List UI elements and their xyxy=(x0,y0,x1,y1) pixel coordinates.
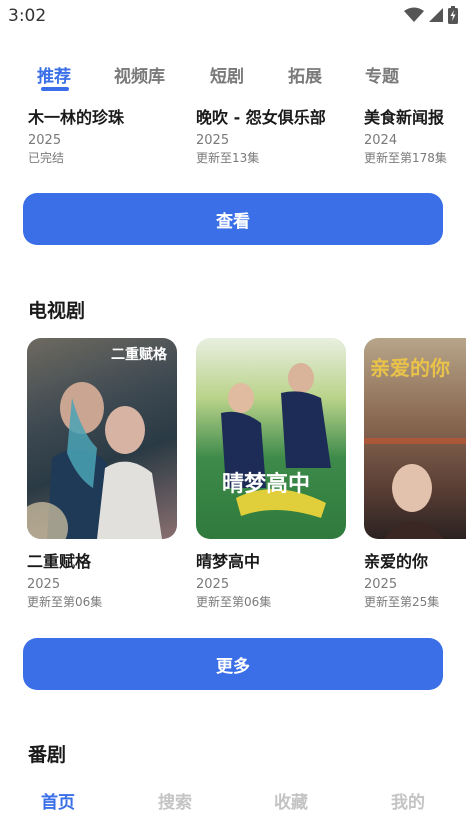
tab-recommend[interactable]: 推荐 xyxy=(37,62,71,87)
list-item[interactable]: 二重赋格 二重赋格 2025 更新至第06集 xyxy=(27,338,185,610)
card-status: 更新至第06集 xyxy=(27,595,103,609)
more-button[interactable]: 更多 xyxy=(23,638,443,690)
poster-art xyxy=(27,382,162,539)
card-year: 2025 xyxy=(196,133,230,148)
nav-favorites[interactable]: 收藏 xyxy=(251,788,331,813)
list-item[interactable]: 亲爱的你 亲爱的你 2025 更新至第25集 xyxy=(364,338,466,610)
nav-profile[interactable]: 我的 xyxy=(368,788,448,813)
tab-video-library[interactable]: 视频库 xyxy=(114,62,165,87)
card-title: 木一林的珍珠 xyxy=(28,108,125,127)
card-title: 晚吹 - 怨女俱乐部 xyxy=(196,108,326,127)
active-tab-indicator xyxy=(41,87,69,91)
card-title: 晴梦高中 xyxy=(196,552,261,571)
status-bar: 3:02 xyxy=(0,0,466,32)
status-icons xyxy=(404,6,458,24)
poster-image: 晴梦高中 xyxy=(196,338,346,539)
poster-caption: 晴梦高中 xyxy=(222,472,311,497)
card-title: 二重赋格 xyxy=(27,552,92,571)
card-year: 2025 xyxy=(364,577,398,592)
card-title: 美食新闻报 xyxy=(364,108,445,127)
tab-extensions[interactable]: 拓展 xyxy=(288,62,322,87)
poster-image: 二重赋格 xyxy=(27,338,177,539)
nav-search[interactable]: 搜索 xyxy=(135,788,215,813)
recommend-row: 木一林的珍珠 2025 已完结 晚吹 - 怨女俱乐部 2025 更新至13集 美… xyxy=(0,104,466,168)
bottom-nav: 首页 搜索 收藏 我的 xyxy=(0,768,466,830)
battery-icon xyxy=(448,6,458,24)
card-year: 2025 xyxy=(28,133,62,148)
poster-art xyxy=(221,363,331,518)
poster-caption: 二重赋格 xyxy=(111,347,167,363)
list-item[interactable]: 晚吹 - 怨女俱乐部 2025 更新至13集 xyxy=(196,104,354,166)
cellular-signal-icon xyxy=(429,8,443,22)
view-button[interactable]: 查看 xyxy=(23,193,443,245)
list-item[interactable]: 美食新闻报 2024 更新至第178集 xyxy=(364,104,466,166)
section-title-anime: 番剧 xyxy=(28,744,67,766)
status-time: 3:02 xyxy=(8,6,47,26)
wifi-icon xyxy=(404,7,424,22)
card-year: 2025 xyxy=(196,577,230,592)
tab-topics[interactable]: 专题 xyxy=(365,62,399,87)
section-title-tv: 电视剧 xyxy=(28,300,86,322)
nav-home[interactable]: 首页 xyxy=(18,788,98,813)
card-status: 更新至第178集 xyxy=(364,151,447,165)
top-tab-bar: 推荐 视频库 短剧 拓展 专题 xyxy=(0,60,466,96)
list-item[interactable]: 晴梦高中 晴梦高中 2025 更新至第06集 xyxy=(196,338,354,610)
card-status: 更新至13集 xyxy=(196,151,260,165)
poster-caption: 亲爱的你 xyxy=(370,356,450,380)
poster-image: 亲爱的你 xyxy=(364,338,466,539)
card-year: 2024 xyxy=(364,133,398,148)
list-item[interactable]: 木一林的珍珠 2025 已完结 xyxy=(28,104,186,166)
card-status: 更新至第25集 xyxy=(364,595,440,609)
tab-short-drama[interactable]: 短剧 xyxy=(210,62,244,87)
card-status: 更新至第06集 xyxy=(196,595,272,609)
card-status: 已完结 xyxy=(28,151,65,165)
tv-row: 二重赋格 二重赋格 2025 更新至第06集 晴梦高中 晴梦高中 2025 更新… xyxy=(0,338,466,613)
card-title: 亲爱的你 xyxy=(364,552,429,571)
card-year: 2025 xyxy=(27,577,61,592)
